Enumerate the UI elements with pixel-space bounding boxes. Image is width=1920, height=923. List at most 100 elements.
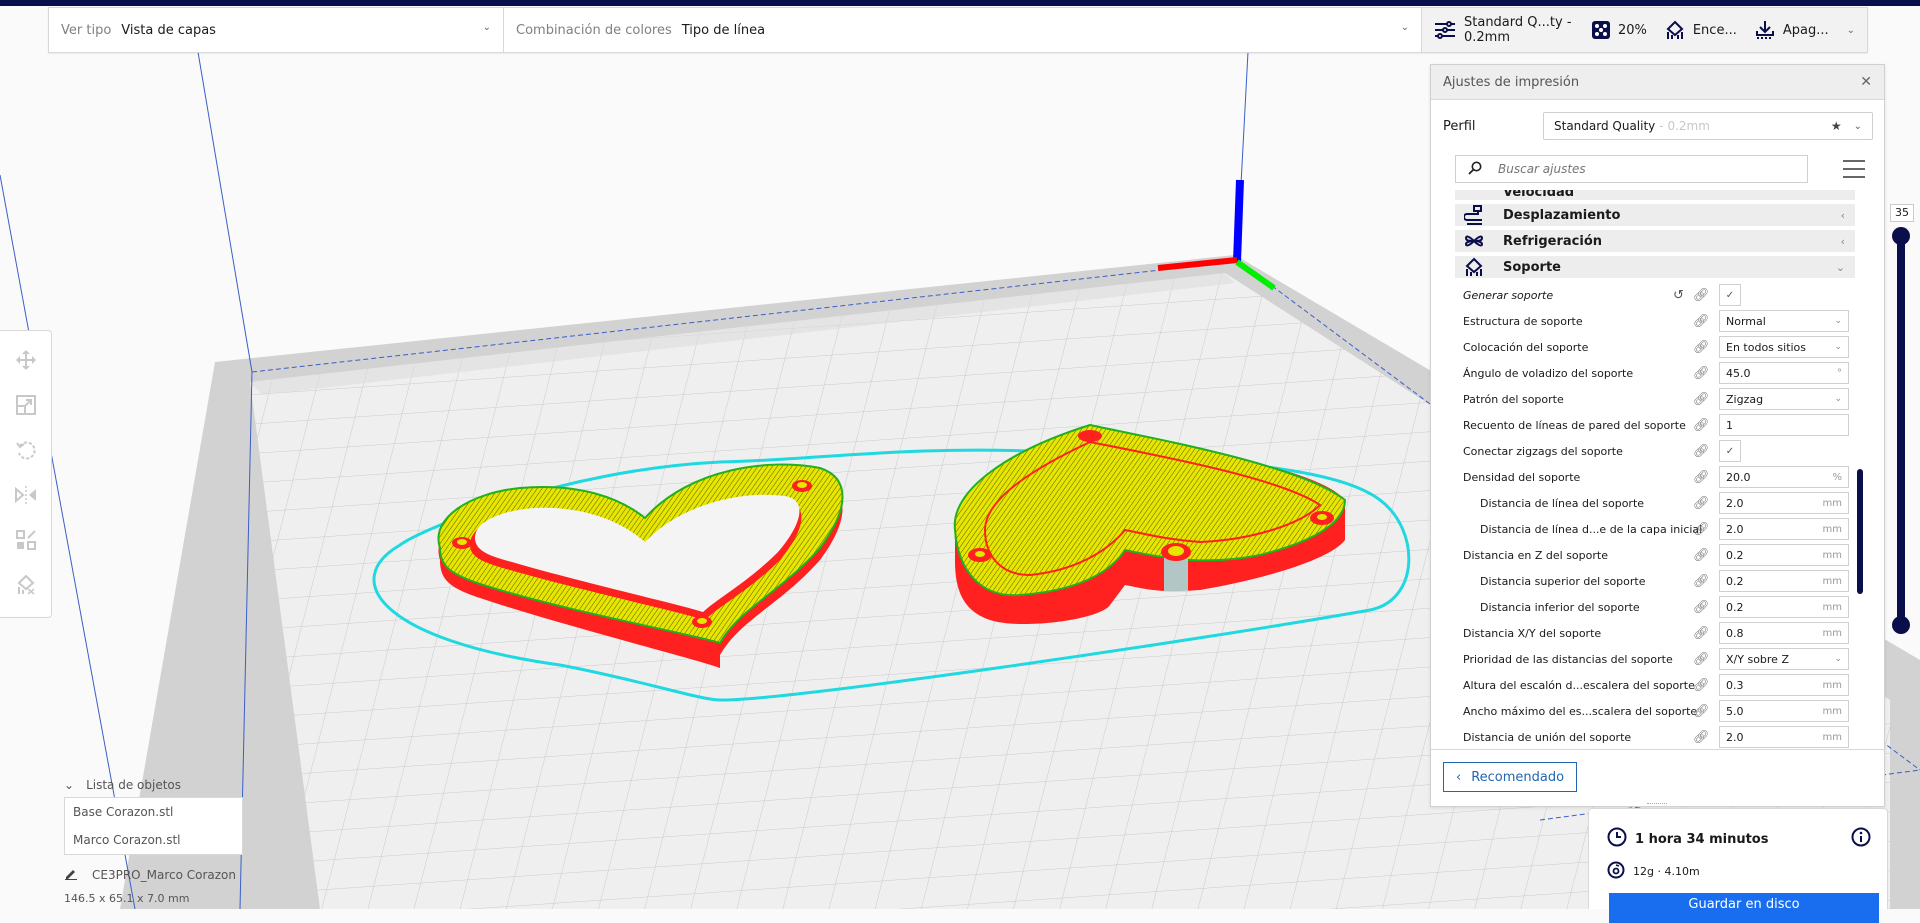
link-icon[interactable]: 🔗︎: [1693, 288, 1710, 303]
profile-dropdown[interactable]: Standard Quality - 0.2mm ★ ⌄: [1543, 112, 1873, 140]
link-icon[interactable]: 🔗︎: [1693, 574, 1710, 589]
setting-label: Estructura de soporte: [1463, 314, 1583, 328]
setting-input[interactable]: 0.2 mm: [1719, 596, 1849, 618]
reset-icon[interactable]: ↺: [1673, 288, 1684, 303]
setting-input[interactable]: 1: [1719, 414, 1849, 436]
save-to-disk-button[interactable]: Guardar en disco: [1609, 893, 1879, 923]
speed-icon: [1463, 190, 1485, 200]
link-icon[interactable]: 🔗︎: [1693, 548, 1710, 563]
settings-list[interactable]: Velocidad Desplazamiento ‹ Refrigeración…: [1455, 190, 1855, 808]
info-icon[interactable]: [1851, 827, 1871, 851]
setting-label: Conectar zigzags del soporte: [1463, 444, 1623, 458]
setting-select[interactable]: X/Y sobre Z ⌄: [1719, 648, 1849, 670]
setting-value: X/Y sobre Z: [1726, 652, 1789, 666]
panel-footer: ‹ Recomendado: [1431, 749, 1884, 807]
mirror-tool-button[interactable]: [11, 482, 41, 512]
support-icon: [1665, 19, 1685, 41]
settings-visibility-menu[interactable]: [1843, 160, 1865, 178]
category-speed[interactable]: Velocidad: [1455, 190, 1855, 200]
close-icon[interactable]: ✕: [1860, 74, 1872, 90]
link-icon[interactable]: 🔗︎: [1693, 600, 1710, 615]
recommended-label: Recomendado: [1471, 769, 1565, 785]
setting-label: Distancia superior del soporte: [1480, 574, 1646, 588]
setting-input[interactable]: 20.0%: [1719, 466, 1849, 488]
setting-input[interactable]: 5.0 mm: [1719, 700, 1849, 722]
object-list-toggle[interactable]: ⌄ Lista de objetos: [64, 778, 181, 792]
link-icon[interactable]: 🔗︎: [1693, 340, 1710, 355]
layer-slider[interactable]: 35: [1886, 200, 1916, 640]
setting-value: Normal: [1726, 314, 1766, 328]
category-travel[interactable]: Desplazamiento ‹: [1455, 204, 1855, 226]
setting-input[interactable]: 0.2 mm: [1719, 570, 1849, 592]
adhesion-summary: Apag...: [1782, 22, 1829, 38]
setting-value: 0.8: [1726, 626, 1744, 640]
object-list-title: Lista de objetos: [86, 778, 181, 792]
category-support[interactable]: Soporte ⌄: [1455, 256, 1855, 278]
link-icon[interactable]: 🔗︎: [1693, 652, 1710, 667]
link-icon[interactable]: 🔗︎: [1693, 678, 1710, 693]
setting-value: 1: [1726, 418, 1733, 432]
setting-value: 0.2: [1726, 574, 1744, 588]
setting-select[interactable]: Zigzag ⌄: [1719, 388, 1849, 410]
axis-z: [1233, 179, 1244, 263]
object-list-item[interactable]: Marco Corazon.stl: [65, 826, 242, 854]
per-model-settings-button[interactable]: [11, 527, 41, 557]
profile-suffix: - 0.2mm: [1659, 119, 1710, 133]
view-type-dropdown[interactable]: Ver tipo Vista de capas ⌄: [49, 8, 504, 52]
setting-checkbox[interactable]: ✓: [1719, 284, 1741, 306]
link-icon[interactable]: 🔗︎: [1693, 418, 1710, 433]
link-icon[interactable]: 🔗︎: [1693, 392, 1710, 407]
rotate-icon: [15, 440, 36, 464]
setting-input[interactable]: 2.0 mm: [1719, 492, 1849, 514]
category-cooling[interactable]: Refrigeración ‹: [1455, 230, 1855, 252]
link-icon[interactable]: 🔗︎: [1693, 366, 1710, 381]
setting-input[interactable]: 0.2 mm: [1719, 544, 1849, 566]
setting-input[interactable]: 0.8 mm: [1719, 622, 1849, 644]
setting-label: Ancho máximo del es...scalera del soport…: [1463, 704, 1698, 718]
panel-resize-handle[interactable]: [1647, 803, 1667, 807]
setting-select[interactable]: Normal ⌄: [1719, 310, 1849, 332]
layer-slider-upper-handle[interactable]: [1892, 227, 1910, 245]
setting-input[interactable]: 2.0 mm: [1719, 518, 1849, 540]
search-settings-input[interactable]: [1496, 161, 1780, 177]
chevron-down-icon: ⌄: [1834, 654, 1842, 664]
color-scheme-dropdown[interactable]: Combinación de colores Tipo de línea ⌄: [504, 8, 1422, 52]
object-list-item[interactable]: Base Corazon.stl: [65, 798, 242, 826]
link-icon[interactable]: 🔗︎: [1693, 730, 1710, 745]
setting-row: Distancia de línea d...e de la capa inic…: [1455, 516, 1855, 542]
setting-label: Distancia de línea del soporte: [1480, 496, 1645, 510]
job-name[interactable]: CE3PRO_Marco Corazon: [64, 866, 236, 883]
link-icon[interactable]: 🔗︎: [1693, 470, 1710, 485]
setting-row: Colocación del soporte 🔗︎ En todos sitios ⌄: [1455, 334, 1855, 360]
link-icon[interactable]: 🔗︎: [1693, 704, 1710, 719]
link-icon[interactable]: 🔗︎: [1693, 522, 1710, 537]
link-icon[interactable]: 🔗︎: [1693, 444, 1710, 459]
setting-input[interactable]: 45.0 °: [1719, 362, 1849, 384]
setting-input[interactable]: 0.3 mm: [1719, 674, 1849, 696]
chevron-down-icon: ⌄: [1846, 24, 1855, 36]
support-blocker-button[interactable]: [11, 572, 41, 602]
setting-checkbox[interactable]: ✓: [1719, 440, 1741, 462]
layer-number[interactable]: 35: [1890, 204, 1914, 222]
setting-row: Densidad del soporte 🔗︎ 20.0%: [1455, 464, 1855, 490]
print-setup-selector[interactable]: Standard Q...ty - 0.2mm 20% Ence... Apag…: [1422, 8, 1867, 52]
setting-unit: mm: [1822, 549, 1842, 561]
view-type-value: Vista de capas: [121, 22, 216, 38]
link-icon[interactable]: 🔗︎: [1693, 496, 1710, 511]
link-icon[interactable]: 🔗︎: [1693, 626, 1710, 641]
color-scheme-value: Tipo de línea: [681, 22, 766, 38]
scale-tool-button[interactable]: [11, 392, 41, 422]
link-icon[interactable]: 🔗︎: [1693, 314, 1710, 329]
top-bar: [0, 0, 1920, 6]
rotate-tool-button[interactable]: [11, 437, 41, 467]
recommended-button[interactable]: ‹ Recomendado: [1443, 762, 1578, 792]
setting-value: 5.0: [1726, 704, 1744, 718]
settings-scrollbar[interactable]: [1857, 469, 1863, 594]
setting-select[interactable]: En todos sitios ⌄: [1719, 336, 1849, 358]
setting-value: 0.2: [1726, 548, 1744, 562]
move-tool-button[interactable]: [11, 347, 41, 377]
setting-input[interactable]: 2.0 mm: [1719, 726, 1849, 748]
setting-row: Prioridad de las distancias del soporte 🔗…: [1455, 646, 1855, 672]
setting-value: 2.0: [1726, 522, 1744, 536]
layer-slider-lower-handle[interactable]: [1892, 616, 1910, 634]
